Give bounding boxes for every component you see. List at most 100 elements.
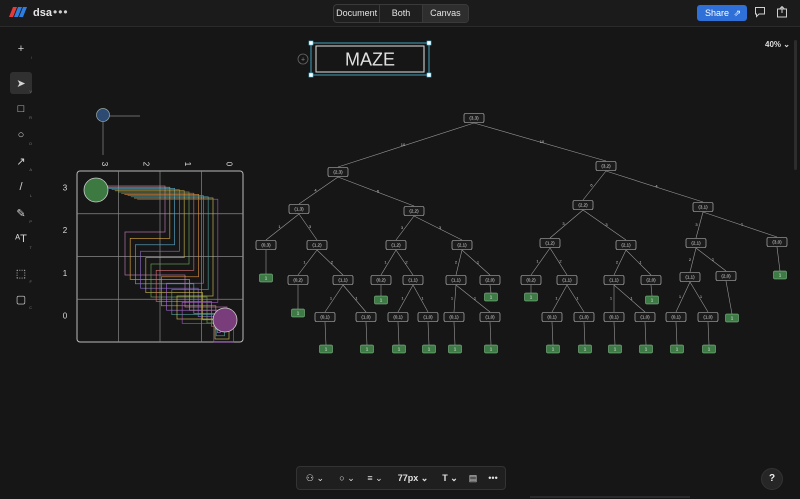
edge-label: 10 [540, 139, 545, 144]
tree-edge[interactable] [551, 321, 554, 346]
resize-handle[interactable] [426, 72, 432, 78]
tree-edge[interactable] [530, 247, 551, 276]
font-size-button[interactable]: 77px ⌄ [389, 473, 437, 484]
maze-grid[interactable]: 3 2 1 0 3 2 1 0 [63, 162, 244, 343]
text-caret-icon: ⌄ [450, 472, 458, 483]
tree-node-label: (2,0) [485, 278, 495, 283]
copy-link-icon[interactable]: ⇗ [733, 5, 741, 21]
tree-node-label: (1,1) [451, 278, 461, 283]
style-toolbar: ⚇ ⌄ ○ ⌄ ≡ ⌄ 77px ⌄ T ⌄ ▤ ••• [296, 466, 506, 490]
edge-label: 1 [303, 260, 306, 265]
view-both-button[interactable]: Both [380, 5, 423, 22]
tree-edge[interactable] [298, 176, 339, 205]
tree-node-label: (1,3) [294, 207, 304, 212]
tree-edge[interactable] [380, 249, 397, 276]
tree-edge[interactable] [613, 321, 616, 346]
tree-node-label: (1,0) [361, 315, 371, 320]
tree-edge[interactable] [707, 321, 710, 346]
edge-label: 2 [689, 257, 692, 262]
shape-style-button[interactable]: ⚇ ⌄ [297, 473, 333, 484]
edge-label: 1 [477, 260, 480, 265]
tree-edge[interactable] [265, 213, 300, 241]
tree-edge[interactable] [395, 215, 415, 241]
size-caret-icon: ⌄ [420, 472, 429, 483]
drawing-canvas[interactable]: + MAZE 3 2 1 03210 10104 66 41 3 3 33 3 3 11 2 1 2 2 1 1 2… [0, 27, 800, 467]
tree-edge[interactable] [324, 284, 344, 313]
row-label: 1 [63, 269, 68, 278]
edge-label: 1 [700, 294, 703, 299]
view-toggle: Document Both Canvas [333, 4, 469, 23]
more-options-icon[interactable]: ••• [483, 473, 503, 483]
more-menu-icon[interactable]: ••• [53, 5, 69, 19]
stroke-caret-icon: ⌄ [375, 472, 383, 483]
tree-node-label: (0,1) [320, 315, 330, 320]
tree-node-label: (0,1) [671, 315, 681, 320]
edge-label: 3 [439, 225, 442, 230]
fill-style-button[interactable]: ○ ⌄ [333, 473, 361, 484]
edge-label: 3 [695, 222, 698, 227]
tree-edge[interactable] [397, 284, 414, 313]
tree-edge[interactable] [725, 280, 733, 315]
tree-edge[interactable] [453, 321, 456, 346]
tree-edge[interactable] [489, 321, 492, 346]
circle-icon: ○ [339, 472, 345, 483]
tree-edge[interactable] [427, 321, 430, 346]
tree-edge[interactable] [337, 122, 475, 168]
tree-edge[interactable] [453, 284, 457, 313]
edge-label: 2 [559, 259, 562, 264]
tree-edge[interactable] [650, 284, 653, 297]
start-node[interactable] [83, 177, 109, 203]
tree-edge[interactable] [776, 246, 781, 272]
edge-label: 1 [384, 260, 387, 265]
tree-edge[interactable] [675, 321, 678, 346]
horizontal-scrollbar[interactable] [530, 496, 690, 498]
resize-handle[interactable] [426, 40, 432, 46]
tree-edges: 10104 66 41 3 3 33 3 3 11 2 1 2 2 1 1 2 2 1 2 11 1 1 1 1 1 1 1 1 1 1 1 [265, 122, 781, 346]
tree-edge[interactable] [549, 209, 584, 239]
tree-node-label: (2,1) [457, 243, 467, 248]
small-node-group[interactable] [96, 108, 141, 156]
tree-edge[interactable] [365, 321, 368, 346]
tree-edge[interactable] [583, 321, 586, 346]
end-node[interactable] [212, 307, 238, 333]
tree-edge[interactable] [551, 284, 568, 313]
tree-edge[interactable] [582, 170, 607, 201]
view-document-button[interactable]: Document [334, 5, 381, 22]
tree-node-label: (0,2) [376, 278, 386, 283]
tree-node-label: (1,0) [423, 315, 433, 320]
column-label: 3 [100, 162, 109, 167]
share-button[interactable]: Share ⇗ [697, 5, 747, 21]
column-label: 0 [224, 162, 233, 167]
export-icon[interactable] [776, 6, 788, 18]
top-bar: dsa ••• Document Both Canvas Share ⇗ [0, 0, 800, 27]
tree-edge[interactable] [397, 321, 400, 346]
edge-label: 10 [401, 142, 406, 147]
text-style-button[interactable]: T ⌄ [437, 473, 463, 484]
help-button[interactable]: ? [761, 468, 783, 490]
tree-edge[interactable] [489, 284, 492, 294]
recursion-tree[interactable]: 10104 66 41 3 3 33 3 3 11 2 1 2 2 1 1 2 2 1 2 11 1 1 1 1 1 1 1 1 1 1 1… [255, 113, 788, 354]
maze-title-frame[interactable]: + MAZE [297, 40, 432, 78]
stroke-style-button[interactable]: ≡ ⌄ [361, 473, 389, 484]
view-canvas-button[interactable]: Canvas [422, 5, 468, 22]
path-line [114, 190, 223, 321]
resize-handle[interactable] [308, 40, 314, 46]
edge-label: 2 [455, 260, 458, 265]
workspace-name[interactable]: dsa [33, 7, 52, 19]
edge-label: 1 [576, 296, 579, 301]
comments-icon[interactable] [754, 6, 766, 18]
edge-label: 1 [679, 294, 682, 299]
comment-button[interactable]: ▤ [463, 473, 483, 484]
edge-label: 1 [555, 296, 558, 301]
maze-title: MAZE [345, 50, 395, 70]
edge-label: 1 [536, 259, 539, 264]
small-node[interactable] [96, 108, 110, 122]
resize-handle[interactable] [308, 72, 314, 78]
tree-node-label: (1,1) [562, 278, 572, 283]
edge-label: 3 [309, 224, 312, 229]
row-label: 3 [63, 183, 68, 192]
tree-edge[interactable] [324, 321, 327, 346]
tree-edge[interactable] [644, 321, 647, 346]
tree-edge[interactable] [297, 249, 318, 276]
app-logo-icon[interactable] [9, 7, 27, 17]
